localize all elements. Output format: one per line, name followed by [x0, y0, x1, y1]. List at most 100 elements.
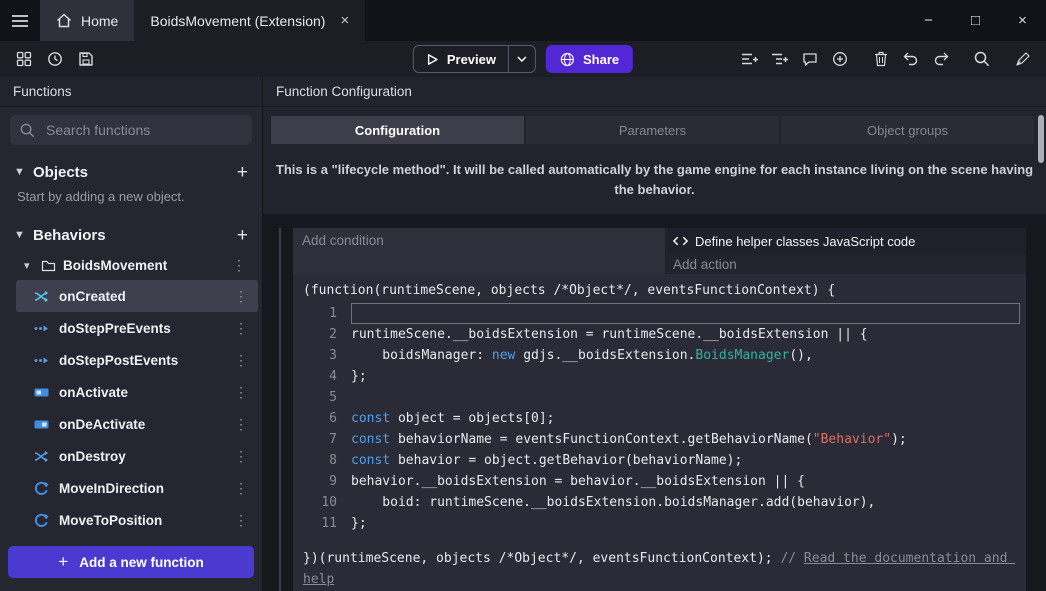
function-label: doStepPreEvents [59, 321, 171, 336]
add-comment-button[interactable] [796, 46, 823, 72]
line-number: 2 [299, 324, 351, 345]
code-text [351, 387, 1020, 408]
minimize-button[interactable]: − [905, 0, 952, 41]
code-text: runtimeScene.__boidsExtension = runtimeS… [351, 324, 1020, 345]
js-event-header[interactable]: Define helper classes JavaScript code [665, 228, 1026, 254]
item-menu-button[interactable]: ⋮ [230, 448, 252, 465]
preview-split-button: Preview [413, 45, 536, 73]
add-object-button[interactable]: + [237, 163, 248, 182]
redo-button[interactable] [927, 46, 954, 72]
project-manager-button[interactable] [10, 46, 37, 72]
sidebar-item-ondeactivate[interactable]: onDeActivate⋮ [16, 408, 258, 440]
main-title: Function Configuration [263, 77, 1046, 107]
plus-icon: + [58, 552, 68, 572]
deactivate-icon [34, 417, 49, 432]
delete-button[interactable] [867, 46, 894, 72]
sidebar-item-moveindirection[interactable]: MoveInDirection⋮ [16, 472, 258, 504]
scrollbar-thumb[interactable] [1038, 115, 1044, 163]
code-text: behavior.__boidsExtension = behavior.__b… [351, 471, 1020, 492]
close-button[interactable]: × [999, 0, 1046, 41]
tab-configuration[interactable]: Configuration [271, 116, 524, 144]
js-code-editor[interactable]: (function(runtimeScene, objects /*Object… [293, 274, 1026, 591]
maximize-button[interactable]: □ [952, 0, 999, 41]
function-label: onActivate [59, 385, 128, 400]
add-function-button[interactable]: + Add a new function [8, 546, 254, 578]
chevron-down-icon: ▾ [24, 259, 34, 272]
search-icon [20, 123, 35, 138]
code-line: 8const behavior = object.getBehavior(beh… [299, 450, 1020, 471]
add-subevent-button[interactable] [766, 46, 793, 72]
search-box [10, 115, 252, 145]
item-menu-button[interactable]: ⋮ [230, 416, 252, 433]
save-button[interactable] [72, 46, 99, 72]
add-subevent-icon [771, 52, 789, 66]
add-action-button[interactable]: Add action [665, 254, 1026, 274]
add-condition-button[interactable]: Add condition [293, 228, 665, 274]
play-icon [426, 53, 439, 66]
item-menu-button[interactable]: ⋮ [230, 352, 252, 369]
function-label: onDestroy [59, 449, 126, 464]
code-text: const behaviorName = eventsFunctionConte… [351, 429, 1020, 450]
item-menu-button[interactable]: ⋮ [230, 384, 252, 401]
editor-settings-button[interactable] [1009, 46, 1036, 72]
sidebar-item-ondestroy[interactable]: onDestroy ⋮ [16, 440, 258, 472]
item-menu-button[interactable]: ⋮ [230, 320, 252, 337]
preview-dropdown-button[interactable] [508, 46, 535, 72]
redo-icon [933, 52, 949, 66]
folder-label: BoidsMovement [63, 258, 167, 273]
objects-hint: Start by adding a new object. [0, 187, 262, 212]
preview-label: Preview [447, 52, 496, 67]
share-button[interactable]: Share [546, 45, 633, 73]
sidebar-item-oncreated[interactable]: onCreated⋮ [16, 280, 258, 312]
undo-button[interactable] [897, 46, 924, 72]
save-icon [78, 51, 94, 67]
functions-panel: Functions ▼ Objects + Start by adding a … [0, 77, 263, 591]
folder-menu-button[interactable]: ⋮ [228, 257, 250, 274]
history-button[interactable] [41, 46, 68, 72]
code-line: 3 boidsManager: new gdjs.__boidsExtensio… [299, 345, 1020, 366]
item-menu-button[interactable]: ⋮ [230, 512, 252, 529]
js-event-label: Define helper classes JavaScript code [695, 234, 915, 249]
choose-event-button[interactable] [826, 46, 853, 72]
function-label: doStepPostEvents [59, 353, 178, 368]
activate-icon [34, 385, 49, 400]
sidebar-item-dosteppreevents[interactable]: doStepPreEvents ⋮ [16, 312, 258, 344]
line-number: 5 [299, 387, 351, 408]
shuffle-blue-icon [34, 449, 49, 464]
sidebar-item-onactivate[interactable]: onActivate ⋮ [16, 376, 258, 408]
sidebar-title: Functions [0, 77, 262, 107]
behaviors-section-row[interactable]: ▼ Behaviors + [0, 220, 262, 250]
tab-home[interactable]: Home [40, 0, 134, 41]
tab-close-icon[interactable]: × [340, 12, 349, 29]
tab-extension[interactable]: BoidsMovement (Extension) × [134, 0, 365, 41]
add-event-button[interactable] [736, 46, 763, 72]
add-circle-icon [832, 51, 848, 67]
item-menu-button[interactable]: ⋮ [230, 288, 252, 305]
hamburger-menu-button[interactable] [0, 0, 40, 41]
add-behavior-button[interactable]: + [237, 226, 248, 245]
preview-button[interactable]: Preview [414, 46, 508, 72]
move-icon [34, 513, 49, 528]
comment-icon [802, 52, 818, 67]
search-events-button[interactable] [968, 46, 995, 72]
tab-parameters[interactable]: Parameters [526, 116, 779, 144]
toolbar: Preview Share [0, 41, 1046, 77]
sidebar-item-movetoposition[interactable]: MoveToPosition⋮ [16, 504, 258, 536]
code-footer-line: })(runtimeScene, objects /*Object*/, eve… [299, 548, 1020, 590]
search-input[interactable] [44, 121, 242, 139]
item-menu-button[interactable]: ⋮ [230, 480, 252, 497]
share-label: Share [583, 52, 619, 67]
config-tabs: Configuration Parameters Object groups [271, 116, 1034, 144]
js-code-event: Add condition Define helper classes Java… [279, 228, 1026, 591]
code-line: 10 boid: runtimeScene.__boidsExtension.b… [299, 492, 1020, 513]
objects-section-row[interactable]: ▼ Objects + [0, 157, 262, 187]
sidebar-item-dosteppostevents[interactable]: doStepPostEvents ⋮ [16, 344, 258, 376]
code-text: boidsManager: new gdjs.__boidsExtension.… [351, 345, 1020, 366]
grid-icon [16, 51, 32, 67]
code-text: }; [351, 366, 1020, 387]
behavior-folder-row[interactable]: ▾ BoidsMovement ⋮ [0, 250, 262, 280]
tab-object-groups[interactable]: Object groups [781, 116, 1034, 144]
objects-section-label: Objects [33, 164, 88, 181]
steps-icon [34, 321, 49, 336]
add-function-label: Add a new function [79, 555, 204, 570]
